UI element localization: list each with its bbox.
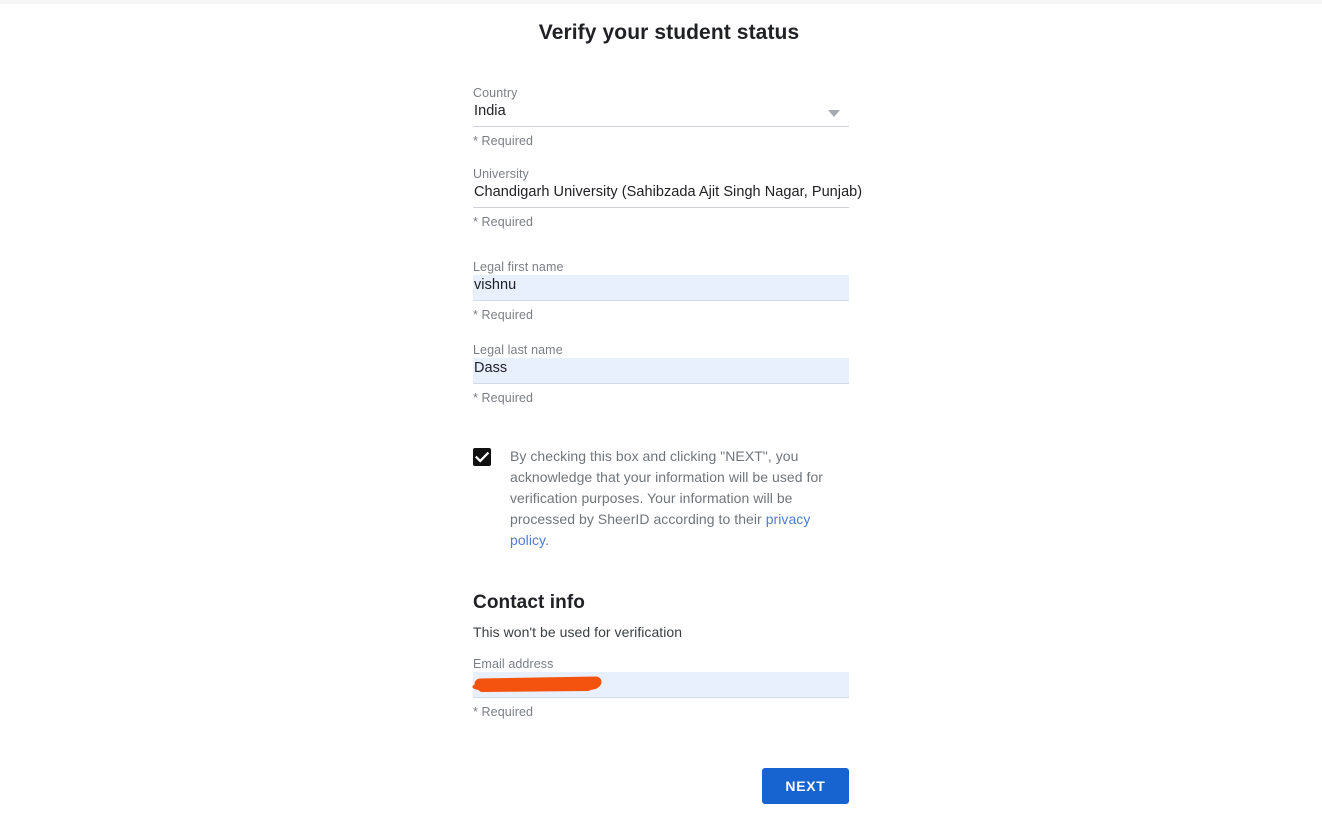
first-name-label: Legal first name	[473, 260, 564, 274]
consent-text: By checking this box and clicking "NEXT"…	[510, 446, 853, 551]
country-required-note: * Required	[473, 134, 534, 148]
field-group-country: Country India * Required	[473, 85, 849, 149]
country-label: Country	[473, 86, 518, 100]
last-name-input[interactable]: Dass	[473, 358, 849, 384]
field-group-last-name: Legal last name Dass * Required	[473, 342, 849, 406]
consent-checkbox[interactable]	[473, 448, 491, 466]
university-required-note: * Required	[473, 215, 534, 229]
last-name-value: Dass	[474, 360, 508, 376]
field-group-first-name: Legal first name vishnu * Required	[473, 259, 849, 323]
first-name-input[interactable]: vishnu	[473, 275, 849, 301]
consent-block: By checking this box and clicking "NEXT"…	[473, 446, 853, 551]
last-name-label: Legal last name	[473, 343, 563, 357]
first-name-required-note: * Required	[473, 308, 534, 322]
first-name-value: vishnu	[474, 277, 517, 293]
last-name-required-note: * Required	[473, 391, 534, 405]
contact-info-heading: Contact info	[473, 592, 586, 613]
chevron-down-icon[interactable]	[828, 110, 840, 117]
country-select[interactable]: India	[473, 101, 849, 127]
university-input[interactable]: Chandigarh University (Sahibzada Ajit Si…	[473, 182, 862, 208]
contact-info-subtitle: This won't be used for verification	[473, 624, 683, 640]
verification-page: Verify your student status Country India…	[0, 0, 1322, 832]
university-value: Chandigarh University (Sahibzada Ajit Si…	[474, 184, 863, 200]
email-label: Email address	[473, 657, 554, 671]
page-title: Verify your student status	[538, 21, 800, 44]
email-input[interactable]	[473, 672, 849, 698]
field-group-email: Email address * Required	[473, 656, 849, 720]
email-required-note: * Required	[473, 705, 534, 719]
field-group-university: University Chandigarh University (Sahibz…	[473, 166, 862, 230]
checkmark-icon	[475, 451, 490, 463]
country-value: India	[474, 103, 506, 119]
university-label: University	[473, 167, 529, 181]
consent-text-end: .	[545, 532, 550, 548]
next-button[interactable]: NEXT	[762, 768, 849, 804]
